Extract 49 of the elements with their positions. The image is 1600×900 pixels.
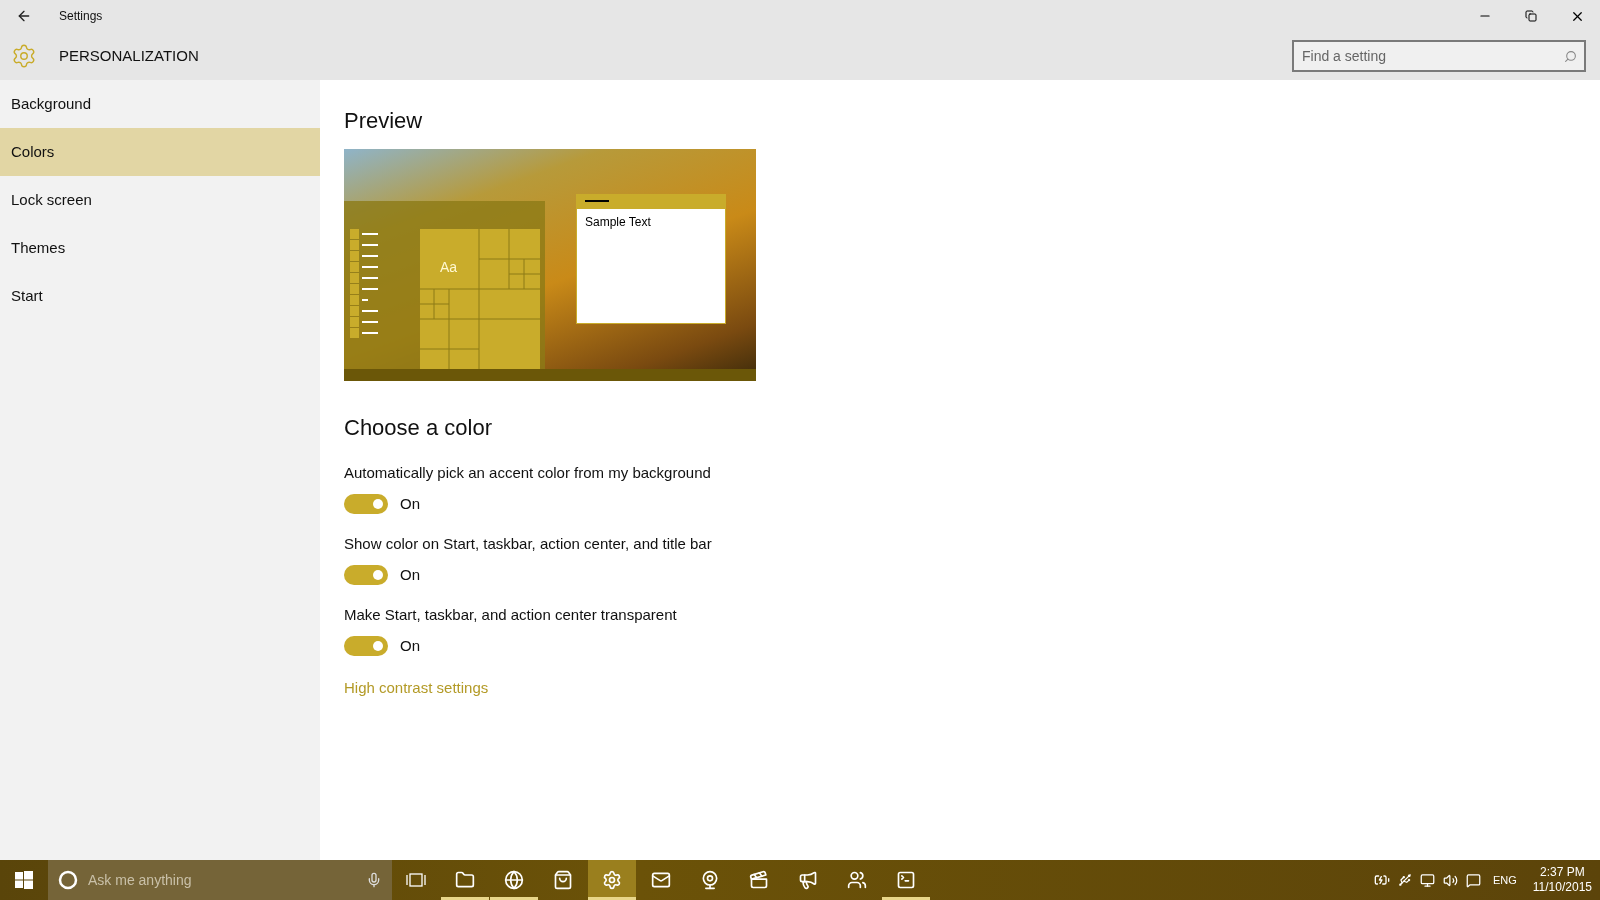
settings-icon — [602, 870, 622, 890]
volume-icon[interactable] — [1443, 872, 1458, 888]
mail-icon — [651, 870, 671, 890]
battery-icon[interactable] — [1374, 872, 1390, 888]
circle-icon — [58, 870, 78, 890]
sidebar-item[interactable]: Lock screen — [0, 176, 320, 224]
taskbar-app-button[interactable] — [588, 860, 636, 900]
sidebar-item[interactable]: Background — [0, 80, 320, 128]
terminal-icon — [896, 870, 916, 890]
toggle-label: Automatically pick an accent color from my background — [344, 463, 711, 483]
clapperboard-icon — [749, 870, 769, 890]
windows-logo-icon — [15, 871, 33, 889]
search-field[interactable]: Find a setting — [1292, 40, 1586, 72]
toggle-switch[interactable] — [344, 493, 388, 514]
shopping-bag-icon — [553, 870, 573, 890]
search-icon — [1564, 50, 1577, 63]
clock[interactable]: 2:37 PM 11/10/2015 — [1524, 865, 1600, 895]
toggle-label: Make Start, taskbar, and action center transparent — [344, 605, 677, 625]
usb-icon[interactable] — [1398, 873, 1412, 887]
sidebar-item[interactable]: Colors — [0, 128, 320, 176]
toggle-state: On — [400, 635, 420, 656]
language-indicator[interactable]: ENG — [1493, 871, 1517, 889]
task-view-icon — [406, 872, 426, 888]
section-heading: Choose a color — [344, 414, 492, 442]
people-icon — [847, 870, 867, 890]
sidebar-item[interactable]: Start — [0, 272, 320, 320]
restore-icon — [1525, 10, 1537, 22]
tile-text: Aa — [440, 258, 458, 277]
section-heading: Preview — [344, 107, 423, 135]
back-icon[interactable] — [16, 8, 32, 24]
webcam-icon — [700, 870, 720, 890]
toggle-label: Show color on Start, taskbar, action center, and title bar — [344, 534, 712, 554]
taskbar-search-bar[interactable]: Ask me anything — [48, 860, 392, 900]
sidebar-item[interactable]: Themes — [0, 224, 320, 272]
globe-icon — [504, 870, 524, 890]
notification-icon[interactable] — [1466, 872, 1481, 888]
network-icon[interactable] — [1420, 872, 1435, 888]
megaphone-icon — [798, 870, 818, 890]
folder-icon — [455, 870, 475, 890]
toggle-state: On — [400, 493, 420, 514]
toggle-state: On — [400, 564, 420, 585]
taskbar-search-field[interactable]: Ask me anything — [88, 869, 356, 891]
microphone-icon[interactable] — [366, 872, 382, 888]
toggle-switch[interactable] — [344, 635, 388, 656]
sample-text: Sample Text — [584, 214, 652, 231]
gear-icon — [11, 43, 37, 69]
toggle-switch[interactable] — [344, 564, 388, 585]
window-title: Settings — [59, 8, 103, 25]
page-title: PERSONALIZATION — [59, 45, 199, 66]
